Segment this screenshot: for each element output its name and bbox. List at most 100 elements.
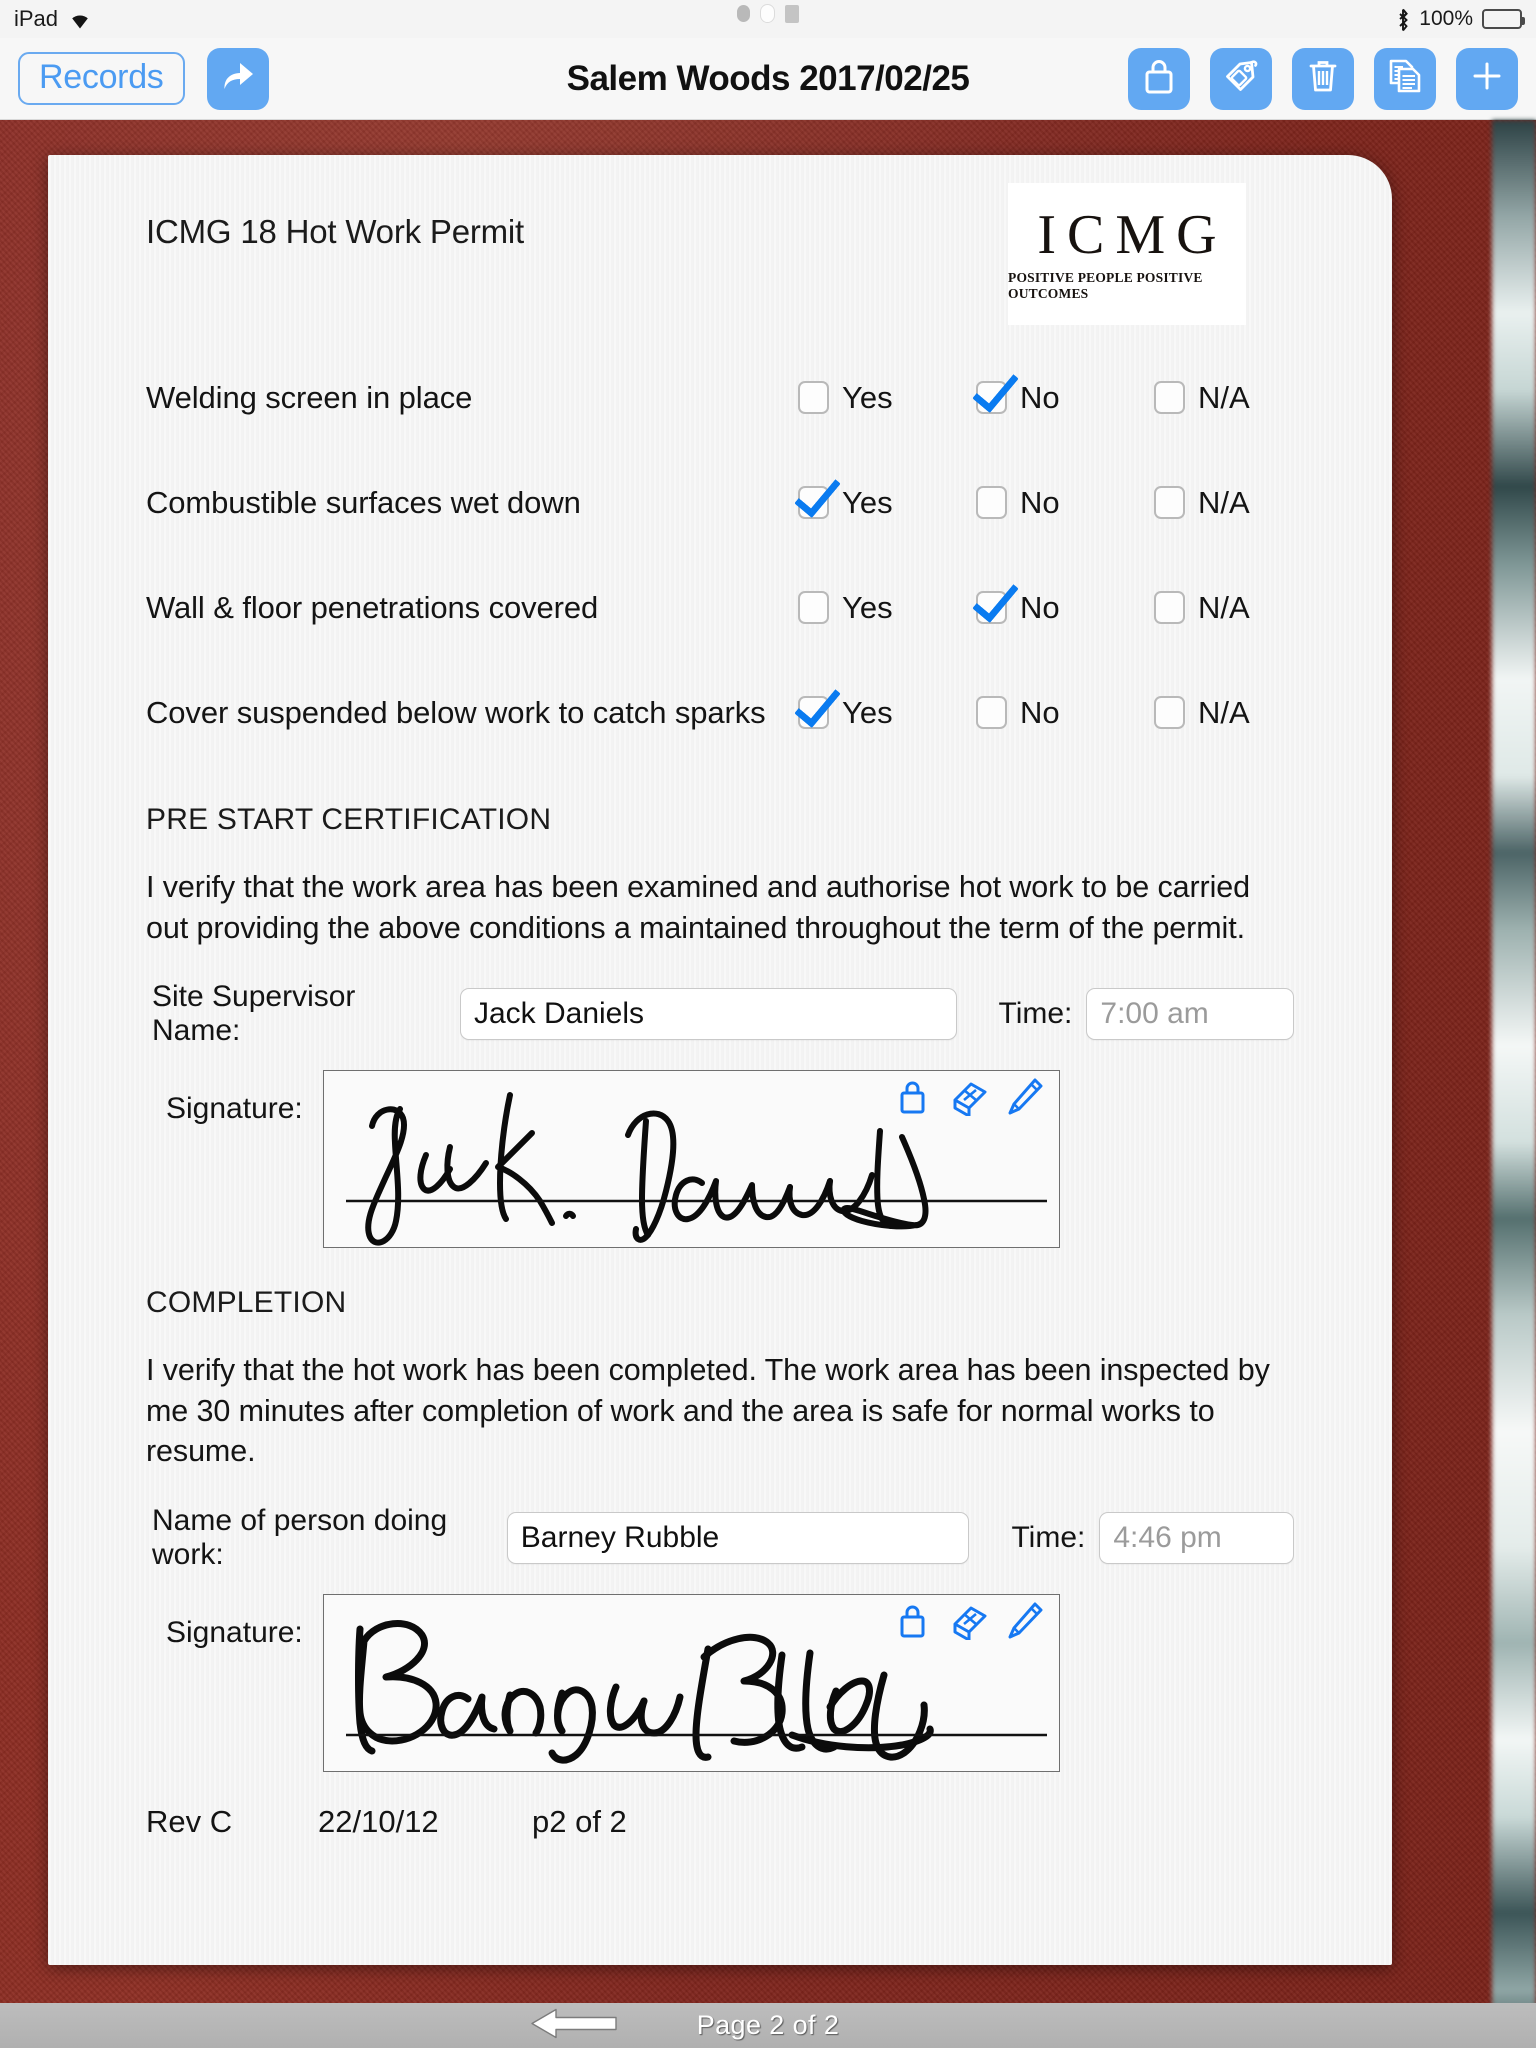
checkbox-no[interactable] [976,591,1007,624]
checkbox-na[interactable] [1154,696,1185,729]
completion-time-label: Time: [1011,1520,1086,1554]
pre-start-heading: PRE START CERTIFICATION [146,803,552,836]
pre-start-signature-label: Signature: [166,1092,303,1126]
option-label-yes: Yes [842,589,893,625]
navigation-toolbar: Records Salem Woods 2017/02/25 [0,38,1536,120]
eraser-icon[interactable] [945,1602,989,1645]
checklist-question: Welding screen in place [146,379,473,415]
pen-icon[interactable] [1005,1601,1043,1646]
delete-button[interactable] [1292,47,1354,110]
trash-icon [1306,57,1340,100]
pre-start-signature-row: Signature: [146,1070,1294,1249]
eraser-icon[interactable] [945,1078,989,1121]
share-arrow-icon [219,57,257,100]
option-label-no: No [1020,694,1060,730]
tag-button[interactable] [1210,47,1272,110]
checkbox-option-no[interactable]: No [976,485,1154,521]
page-title: Salem Woods 2017/02/25 [566,58,970,98]
pre-start-name-row: Site Supervisor Name: Jack Daniels Time:… [146,980,1294,1048]
completion-heading: COMPLETION [146,1286,347,1320]
indicator-dot-right [785,4,799,23]
page-indicator-label: Page 2 of 2 [696,2010,840,2040]
option-label-yes: Yes [842,694,893,730]
pre-start-time-label: Time: [998,997,1073,1031]
checkbox-na[interactable] [1154,381,1185,414]
option-label-na: N/A [1198,589,1250,625]
checklist-row: Welding screen in place Yes No N/A [146,345,1294,450]
option-label-na: N/A [1198,694,1250,730]
checkbox-option-yes[interactable]: Yes [798,695,976,731]
icmg-logo: ICMG POSITIVE PEOPLE POSITIVE OUTCOMES [1008,183,1246,325]
share-button[interactable] [206,47,269,110]
checklist: Welding screen in place Yes No N/A Combu… [146,345,1294,765]
checklist-question: Combustible surfaces wet down [146,484,581,520]
option-label-no: No [1020,484,1060,520]
option-label-yes: Yes [842,379,893,415]
checkbox-no[interactable] [976,696,1007,729]
completion-person-input[interactable]: Barney Rubble [506,1511,970,1564]
form-document: ICMG 18 Hot Work Permit ICMG POSITIVE PE… [48,155,1392,1965]
completion-name-row: Name of person doing work: Barney Rubble… [146,1504,1294,1572]
duplicate-button[interactable] [1374,47,1436,110]
option-label-no: No [1020,379,1060,415]
checkbox-option-yes[interactable]: Yes [798,380,976,416]
pen-icon[interactable] [1005,1077,1043,1122]
status-bar: iPad 100% [0,0,1536,38]
option-label-yes: Yes [842,484,893,520]
pre-start-signature-tools [896,1077,1043,1122]
checkbox-no[interactable] [976,486,1007,519]
lock-icon[interactable] [896,1078,929,1121]
checkbox-option-yes[interactable]: Yes [798,590,976,626]
pre-start-signature-pad[interactable] [322,1070,1060,1249]
checkbox-option-no[interactable]: No [976,695,1154,731]
completion-signature-label: Signature: [166,1615,303,1649]
add-button[interactable] [1456,47,1518,110]
lock-icon[interactable] [896,1602,929,1645]
completion-body: I verify that the hot work has been comp… [146,1353,1270,1469]
completion-person-label: Name of person doing work: [152,1503,448,1571]
completion-signature-tools [896,1601,1043,1646]
footer-revision: Rev C [146,1803,233,1839]
checkbox-yes[interactable] [798,591,829,624]
duplicate-icon [1386,57,1424,100]
checkbox-option-na[interactable]: N/A [1154,695,1294,731]
checklist-row: Cover suspended below work to catch spar… [146,660,1294,765]
checklist-row: Wall & floor penetrations covered Yes No… [146,555,1294,660]
page-navigation-bar[interactable]: Page 2 of 2 [0,2003,1536,2048]
document-footer: Rev C 22/10/12 p2 of 2 [146,1804,1294,1840]
pre-start-body: I verify that the work area has been exa… [146,870,1250,945]
checkbox-na[interactable] [1154,486,1185,519]
checkbox-option-na[interactable]: N/A [1154,380,1294,416]
site-supervisor-name-input[interactable]: Jack Daniels [459,988,957,1041]
checkbox-option-na[interactable]: N/A [1154,485,1294,521]
checkbox-yes[interactable] [798,381,829,414]
records-back-button[interactable]: Records [18,52,185,105]
checklist-row: Combustible surfaces wet down Yes No N/A [146,450,1294,555]
checklist-question: Cover suspended below work to catch spar… [146,694,766,730]
checkbox-yes[interactable] [798,696,829,729]
device-name: iPad [14,6,59,31]
plus-icon [1468,57,1506,100]
completion-signature-row: Signature: [146,1593,1294,1772]
footer-page: p2 of 2 [532,1803,627,1839]
completion-signature-pad[interactable] [322,1593,1060,1772]
status-center-indicators [737,4,799,23]
checkbox-yes[interactable] [798,486,829,519]
wifi-icon [68,10,92,29]
checkbox-no[interactable] [976,381,1007,414]
checkbox-option-no[interactable]: No [976,590,1154,626]
background-edge-strip [1492,120,1536,2048]
logo-tagline: POSITIVE PEOPLE POSITIVE OUTCOMES [1008,269,1203,301]
pre-start-time-input[interactable]: 7:00 am [1086,988,1294,1041]
completion-time-input[interactable]: 4:46 pm [1099,1511,1294,1564]
lock-button[interactable] [1128,47,1190,110]
bluetooth-icon [1396,8,1410,32]
battery-full-icon [1482,9,1525,29]
checkbox-option-no[interactable]: No [976,380,1154,416]
indicator-dot-center [760,4,775,23]
document-title: ICMG 18 Hot Work Permit [146,213,525,250]
left-arrow-icon[interactable] [530,2006,618,2045]
checkbox-option-na[interactable]: N/A [1154,590,1294,626]
checkbox-option-yes[interactable]: Yes [798,485,976,521]
checkbox-na[interactable] [1154,591,1185,624]
